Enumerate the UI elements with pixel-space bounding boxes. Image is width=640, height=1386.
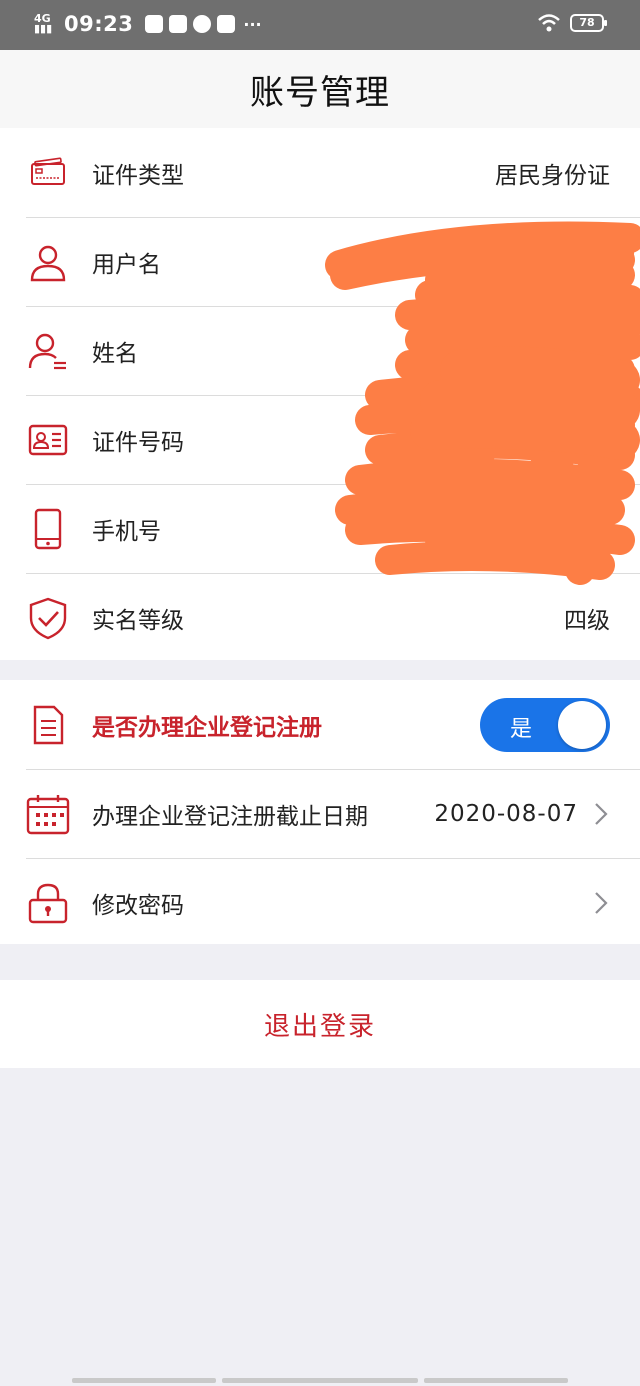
wifi-icon: [538, 14, 560, 32]
username-label: 用户名: [92, 251, 161, 278]
mail-notification-icon-2: [169, 15, 188, 33]
mail-notification-icon: [145, 15, 164, 33]
status-time: 09:23: [64, 12, 134, 36]
registration-deadline-label: 办理企业登记注册截止日期: [92, 803, 368, 830]
business-section: 是否办理企业登记注册 是 办理企业登记注册截止日期 2020-08-07 修改密…: [0, 680, 640, 944]
business-registration-label: 是否办理企业登记注册: [92, 714, 322, 741]
row-id-type[interactable]: 证件类型 居民身份证: [0, 128, 640, 217]
registration-deadline-value: 2020-08-07: [434, 800, 578, 827]
more-notifications-icon: ···: [243, 14, 262, 34]
page-title: 账号管理: [250, 72, 390, 113]
network-type: 4G: [34, 12, 51, 25]
gesture-bar-center: [222, 1378, 418, 1383]
lock-icon: [26, 881, 70, 925]
document-icon: [26, 703, 70, 747]
toggle-label: 是: [510, 716, 533, 742]
logout-label: 退出登录: [263, 1011, 376, 1042]
chevron-right-icon: [595, 891, 608, 914]
status-right: 78: [538, 14, 607, 32]
row-business-registration: 是否办理企业登记注册 是: [0, 680, 640, 769]
app-notification-icon: [193, 15, 212, 33]
battery-icon: 78: [570, 14, 607, 32]
name-label: 姓名: [92, 340, 138, 367]
phone-icon: [26, 507, 70, 551]
business-registration-toggle[interactable]: 是: [480, 697, 610, 752]
change-password-label: 修改密码: [92, 892, 184, 919]
status-bar: 4G ▮▮▮ 09:23 ··· 78: [0, 0, 640, 50]
redaction-scribble: [325, 221, 640, 585]
id-card-icon: [26, 151, 70, 195]
id-number-icon: [26, 418, 70, 462]
id-type-value: 居民身份证: [495, 162, 610, 189]
verification-level-label: 实名等级: [92, 607, 184, 634]
gesture-bar-right: [424, 1378, 568, 1383]
logout-button[interactable]: 退出登录: [0, 980, 640, 1068]
battery-level: 78: [579, 16, 595, 29]
calendar-icon: [26, 792, 70, 836]
id-number-label: 证件号码: [92, 429, 184, 456]
user-name-icon: [26, 329, 70, 373]
nav-bar: 账号管理: [0, 50, 640, 128]
id-type-label: 证件类型: [92, 162, 184, 189]
gesture-bar-left: [72, 1378, 216, 1383]
verification-level-value: 四级: [564, 607, 610, 634]
user-icon: [26, 240, 70, 284]
shield-check-icon: [26, 596, 70, 640]
phone-label: 手机号: [92, 518, 161, 545]
status-left: 4G ▮▮▮ 09:23 ···: [34, 12, 262, 36]
youku-notification-icon: [217, 15, 236, 33]
toggle-knob: [558, 700, 606, 749]
signal-icon: 4G ▮▮▮: [34, 12, 53, 35]
chevron-right-icon: [595, 802, 608, 825]
row-change-password[interactable]: 修改密码: [0, 858, 640, 947]
row-registration-deadline[interactable]: 办理企业登记注册截止日期 2020-08-07: [0, 769, 640, 858]
